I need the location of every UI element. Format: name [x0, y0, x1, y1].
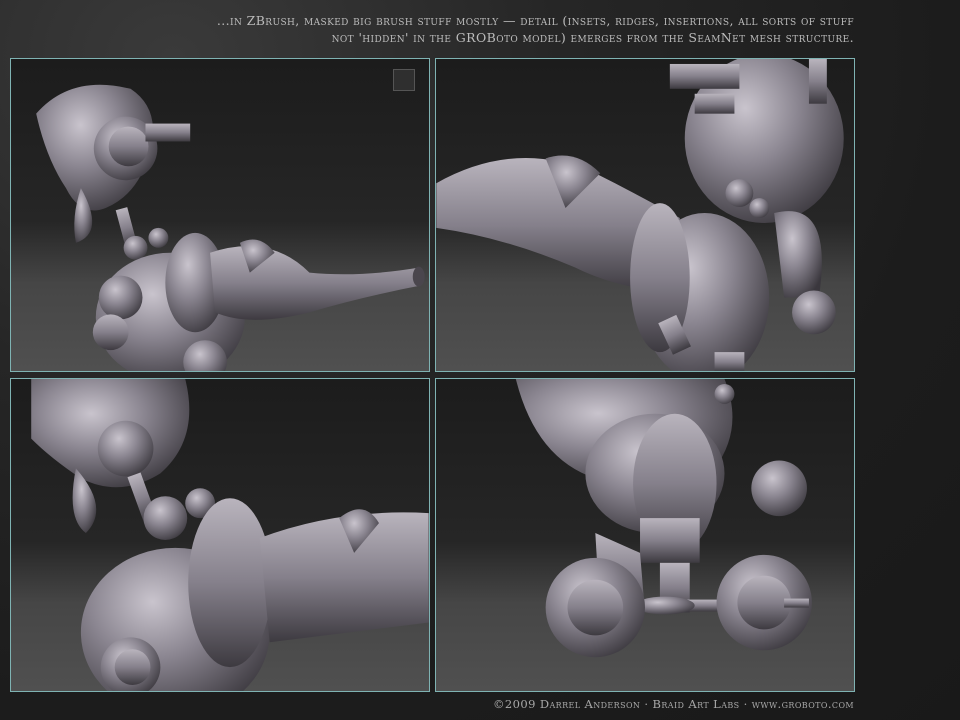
render-panel-top-left — [10, 58, 430, 372]
caption: ...in ZBrush, masked big brush stuff mos… — [154, 12, 854, 46]
footer-credit: ©2009 Darrel Anderson · Braid Art Labs ·… — [493, 697, 854, 711]
sculpt-render-2 — [436, 59, 844, 371]
render-panel-bottom-left — [10, 378, 430, 692]
caption-line-1: ...in ZBrush, masked big brush stuff mos… — [216, 13, 854, 28]
sculpt-render-1 — [36, 84, 425, 371]
render-panel-top-right — [435, 58, 855, 372]
sculpt-render-4 — [515, 379, 812, 658]
sculpt-render-3 — [31, 379, 429, 691]
render-panel-bottom-right — [435, 378, 855, 692]
caption-line-2: not 'hidden' in the GROBoto model) emerg… — [331, 30, 854, 45]
viewport-icon[interactable] — [393, 69, 415, 91]
